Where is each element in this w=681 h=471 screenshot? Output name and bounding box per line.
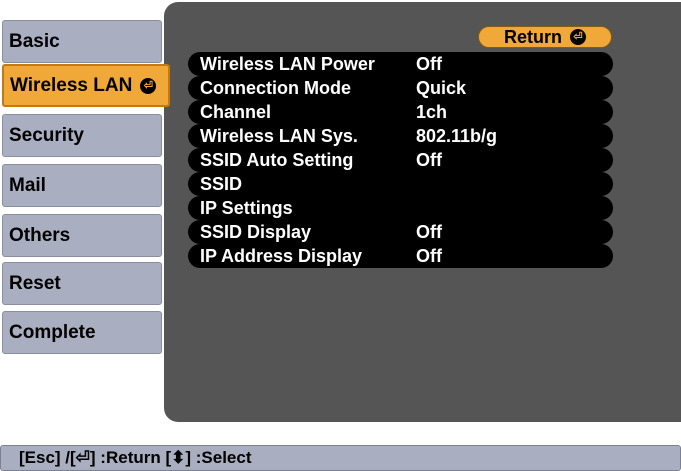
menu-row-wireless-lan-sys[interactable]: Wireless LAN Sys. 802.11b/g — [188, 124, 613, 148]
tab-mail[interactable]: Mail — [2, 164, 162, 207]
row-value: 802.11b/g — [416, 125, 498, 146]
row-value: Off — [416, 149, 442, 170]
row-label: Wireless LAN Power — [200, 53, 375, 74]
menu-row-ip-settings[interactable]: IP Settings — [188, 196, 613, 220]
help-bar: [Esc] /[⏎] :Return [⬍] :Select — [0, 445, 681, 471]
row-value: Off — [416, 53, 442, 74]
menu-row-ssid[interactable]: SSID — [188, 172, 613, 196]
menu-row-ssid-auto-setting[interactable]: SSID Auto Setting Off — [188, 148, 613, 172]
row-label: Connection Mode — [200, 77, 351, 98]
tab-basic-label: Basic — [9, 30, 60, 52]
projector-settings-screen: Basic Wireless LAN ⏎ Security Mail Other… — [0, 0, 681, 471]
menu-row-wireless-lan-power[interactable]: Wireless LAN Power Off — [188, 52, 613, 76]
help-bar-text: [Esc] /[⏎] :Return [⬍] :Select — [19, 448, 252, 467]
return-button[interactable]: Return ⏎ — [478, 26, 612, 48]
row-label: SSID Auto Setting — [200, 149, 354, 170]
row-label: Wireless LAN Sys. — [200, 125, 358, 146]
row-label: SSID Display — [200, 221, 312, 242]
menu-row-ip-address-display[interactable]: IP Address Display Off — [188, 244, 613, 268]
row-value: 1ch — [416, 101, 448, 122]
tab-complete[interactable]: Complete — [2, 311, 162, 354]
row-value: Off — [416, 245, 442, 266]
tab-others[interactable]: Others — [2, 214, 162, 257]
row-value: Quick — [416, 77, 467, 98]
tab-wireless-lan[interactable]: Wireless LAN ⏎ — [2, 64, 170, 107]
tab-security[interactable]: Security — [2, 114, 162, 157]
tab-basic[interactable]: Basic — [2, 20, 162, 63]
tab-mail-label: Mail — [9, 174, 46, 196]
menu-row-ssid-display[interactable]: SSID Display Off — [188, 220, 613, 244]
row-label: Channel — [200, 101, 272, 122]
row-label: SSID — [200, 173, 243, 194]
enter-icon: ⏎ — [140, 77, 157, 94]
tab-reset-label: Reset — [9, 272, 61, 294]
row-label: IP Settings — [200, 197, 293, 218]
tab-others-label: Others — [9, 224, 71, 246]
row-label: IP Address Display — [200, 245, 363, 266]
return-button-label: Return — [504, 26, 562, 47]
tab-reset[interactable]: Reset — [2, 262, 162, 305]
tab-security-label: Security — [9, 124, 84, 146]
tab-complete-label: Complete — [9, 321, 96, 343]
enter-icon: ⏎ — [570, 29, 586, 45]
row-value: Off — [416, 221, 442, 242]
menu-row-connection-mode[interactable]: Connection Mode Quick — [188, 76, 613, 100]
menu-row-channel[interactable]: Channel 1ch — [188, 100, 613, 124]
tab-wireless-lan-label: Wireless LAN — [10, 74, 133, 96]
